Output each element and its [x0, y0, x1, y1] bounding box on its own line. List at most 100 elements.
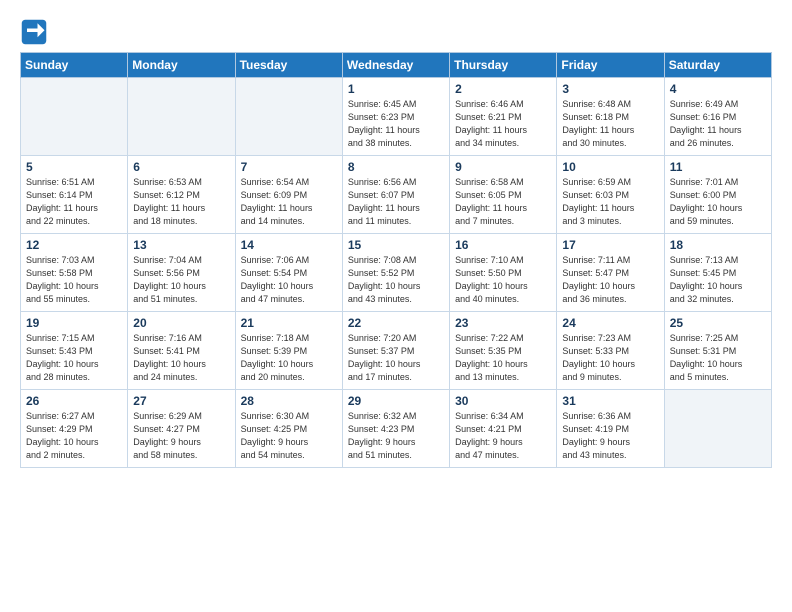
calendar-cell: 21Sunrise: 7:18 AM Sunset: 5:39 PM Dayli… [235, 312, 342, 390]
calendar-week-row: 12 Sunrise: 7:03 AM Sunset: 5:58 PM Dayli… [21, 234, 772, 312]
day-number: 30 [455, 394, 551, 408]
day-info: Sunrise: 7:04 AM Sunset: 5:56 PM Dayligh… [133, 254, 229, 306]
calendar-cell [128, 78, 235, 156]
calendar-cell [235, 78, 342, 156]
weekday-header-saturday: Saturday [664, 53, 771, 78]
day-info: Sunrise: 6:59 AM Sunset: 6:03 PM Dayligh… [562, 176, 658, 228]
day-number: 12 [26, 238, 122, 252]
calendar-week-row: 26Sunrise: 6:27 AM Sunset: 4:29 PM Dayli… [21, 390, 772, 468]
day-number: 2 [455, 82, 551, 96]
calendar-week-row: 1 Sunrise: 6:45 AM Sunset: 6:23 PM Daylig… [21, 78, 772, 156]
day-number: 20 [133, 316, 229, 330]
calendar-cell: 16Sunrise: 7:10 AM Sunset: 5:50 PM Dayli… [450, 234, 557, 312]
calendar-cell: 25Sunrise: 7:25 AM Sunset: 5:31 PM Dayli… [664, 312, 771, 390]
day-number: 27 [133, 394, 229, 408]
day-info: Sunrise: 7:23 AM Sunset: 5:33 PM Dayligh… [562, 332, 658, 384]
day-info: Sunrise: 6:46 AM Sunset: 6:21 PM Dayligh… [455, 98, 551, 150]
day-info: Sunrise: 6:32 AM Sunset: 4:23 PM Dayligh… [348, 410, 444, 462]
logo [20, 18, 52, 46]
day-number: 21 [241, 316, 337, 330]
day-number: 9 [455, 160, 551, 174]
day-number: 8 [348, 160, 444, 174]
calendar-cell: 6 Sunrise: 6:53 AM Sunset: 6:12 PM Daylig… [128, 156, 235, 234]
weekday-header-sunday: Sunday [21, 53, 128, 78]
calendar-cell: 10 Sunrise: 6:59 AM Sunset: 6:03 PM Dayli… [557, 156, 664, 234]
day-number: 11 [670, 160, 766, 174]
calendar-cell: 9Sunrise: 6:58 AM Sunset: 6:05 PM Daylig… [450, 156, 557, 234]
day-info: Sunrise: 6:30 AM Sunset: 4:25 PM Dayligh… [241, 410, 337, 462]
calendar-cell: 7 Sunrise: 6:54 AM Sunset: 6:09 PM Daylig… [235, 156, 342, 234]
day-info: Sunrise: 7:22 AM Sunset: 5:35 PM Dayligh… [455, 332, 551, 384]
calendar-cell: 26Sunrise: 6:27 AM Sunset: 4:29 PM Dayli… [21, 390, 128, 468]
day-info: Sunrise: 7:16 AM Sunset: 5:41 PM Dayligh… [133, 332, 229, 384]
weekday-header-row: SundayMondayTuesdayWednesdayThursdayFrid… [21, 53, 772, 78]
calendar-cell: 15 Sunrise: 7:08 AM Sunset: 5:52 PM Dayli… [342, 234, 449, 312]
day-number: 13 [133, 238, 229, 252]
calendar-cell: 28 Sunrise: 6:30 AM Sunset: 4:25 PM Dayli… [235, 390, 342, 468]
day-number: 10 [562, 160, 658, 174]
day-info: Sunrise: 6:51 AM Sunset: 6:14 PM Dayligh… [26, 176, 122, 228]
day-number: 6 [133, 160, 229, 174]
calendar-cell: 11Sunrise: 7:01 AM Sunset: 6:00 PM Dayli… [664, 156, 771, 234]
day-info: Sunrise: 6:53 AM Sunset: 6:12 PM Dayligh… [133, 176, 229, 228]
day-number: 23 [455, 316, 551, 330]
calendar-cell: 3 Sunrise: 6:48 AM Sunset: 6:18 PM Daylig… [557, 78, 664, 156]
day-info: Sunrise: 6:56 AM Sunset: 6:07 PM Dayligh… [348, 176, 444, 228]
page: SundayMondayTuesdayWednesdayThursdayFrid… [0, 0, 792, 478]
calendar-cell: 8 Sunrise: 6:56 AM Sunset: 6:07 PM Daylig… [342, 156, 449, 234]
logo-icon [20, 18, 48, 46]
day-info: Sunrise: 7:13 AM Sunset: 5:45 PM Dayligh… [670, 254, 766, 306]
calendar-cell: 22Sunrise: 7:20 AM Sunset: 5:37 PM Dayli… [342, 312, 449, 390]
calendar-cell: 18 Sunrise: 7:13 AM Sunset: 5:45 PM Dayli… [664, 234, 771, 312]
day-info: Sunrise: 6:45 AM Sunset: 6:23 PM Dayligh… [348, 98, 444, 150]
calendar-cell: 24 Sunrise: 7:23 AM Sunset: 5:33 PM Dayli… [557, 312, 664, 390]
day-number: 31 [562, 394, 658, 408]
calendar-cell: 19 Sunrise: 7:15 AM Sunset: 5:43 PM Dayli… [21, 312, 128, 390]
calendar-cell: 14 Sunrise: 7:06 AM Sunset: 5:54 PM Dayli… [235, 234, 342, 312]
calendar-week-row: 5 Sunrise: 6:51 AM Sunset: 6:14 PM Daylig… [21, 156, 772, 234]
day-number: 24 [562, 316, 658, 330]
calendar-cell: 29Sunrise: 6:32 AM Sunset: 4:23 PM Dayli… [342, 390, 449, 468]
calendar-cell: 27 Sunrise: 6:29 AM Sunset: 4:27 PM Dayli… [128, 390, 235, 468]
day-info: Sunrise: 7:10 AM Sunset: 5:50 PM Dayligh… [455, 254, 551, 306]
day-number: 1 [348, 82, 444, 96]
day-info: Sunrise: 7:06 AM Sunset: 5:54 PM Dayligh… [241, 254, 337, 306]
day-number: 26 [26, 394, 122, 408]
calendar-cell: 5 Sunrise: 6:51 AM Sunset: 6:14 PM Daylig… [21, 156, 128, 234]
day-number: 28 [241, 394, 337, 408]
weekday-header-monday: Monday [128, 53, 235, 78]
day-info: Sunrise: 7:03 AM Sunset: 5:58 PM Dayligh… [26, 254, 122, 306]
header [20, 18, 772, 46]
day-info: Sunrise: 6:34 AM Sunset: 4:21 PM Dayligh… [455, 410, 551, 462]
day-info: Sunrise: 6:54 AM Sunset: 6:09 PM Dayligh… [241, 176, 337, 228]
day-number: 14 [241, 238, 337, 252]
calendar-cell: 12 Sunrise: 7:03 AM Sunset: 5:58 PM Dayli… [21, 234, 128, 312]
weekday-header-tuesday: Tuesday [235, 53, 342, 78]
calendar-cell: 4Sunrise: 6:49 AM Sunset: 6:16 PM Daylig… [664, 78, 771, 156]
day-info: Sunrise: 7:20 AM Sunset: 5:37 PM Dayligh… [348, 332, 444, 384]
calendar-cell: 20 Sunrise: 7:16 AM Sunset: 5:41 PM Dayli… [128, 312, 235, 390]
calendar-cell [664, 390, 771, 468]
day-number: 17 [562, 238, 658, 252]
calendar-cell: 1 Sunrise: 6:45 AM Sunset: 6:23 PM Daylig… [342, 78, 449, 156]
day-info: Sunrise: 7:15 AM Sunset: 5:43 PM Dayligh… [26, 332, 122, 384]
calendar-cell: 31 Sunrise: 6:36 AM Sunset: 4:19 PM Dayli… [557, 390, 664, 468]
weekday-header-wednesday: Wednesday [342, 53, 449, 78]
day-info: Sunrise: 6:29 AM Sunset: 4:27 PM Dayligh… [133, 410, 229, 462]
day-number: 19 [26, 316, 122, 330]
calendar-cell: 30 Sunrise: 6:34 AM Sunset: 4:21 PM Dayli… [450, 390, 557, 468]
day-number: 18 [670, 238, 766, 252]
day-info: Sunrise: 6:49 AM Sunset: 6:16 PM Dayligh… [670, 98, 766, 150]
day-info: Sunrise: 6:48 AM Sunset: 6:18 PM Dayligh… [562, 98, 658, 150]
day-number: 3 [562, 82, 658, 96]
day-info: Sunrise: 7:08 AM Sunset: 5:52 PM Dayligh… [348, 254, 444, 306]
day-number: 7 [241, 160, 337, 174]
day-number: 15 [348, 238, 444, 252]
day-number: 5 [26, 160, 122, 174]
calendar-body: 1 Sunrise: 6:45 AM Sunset: 6:23 PM Daylig… [21, 78, 772, 468]
calendar-cell: 2 Sunrise: 6:46 AM Sunset: 6:21 PM Daylig… [450, 78, 557, 156]
calendar-cell [21, 78, 128, 156]
day-info: Sunrise: 7:11 AM Sunset: 5:47 PM Dayligh… [562, 254, 658, 306]
weekday-header-friday: Friday [557, 53, 664, 78]
day-info: Sunrise: 6:36 AM Sunset: 4:19 PM Dayligh… [562, 410, 658, 462]
